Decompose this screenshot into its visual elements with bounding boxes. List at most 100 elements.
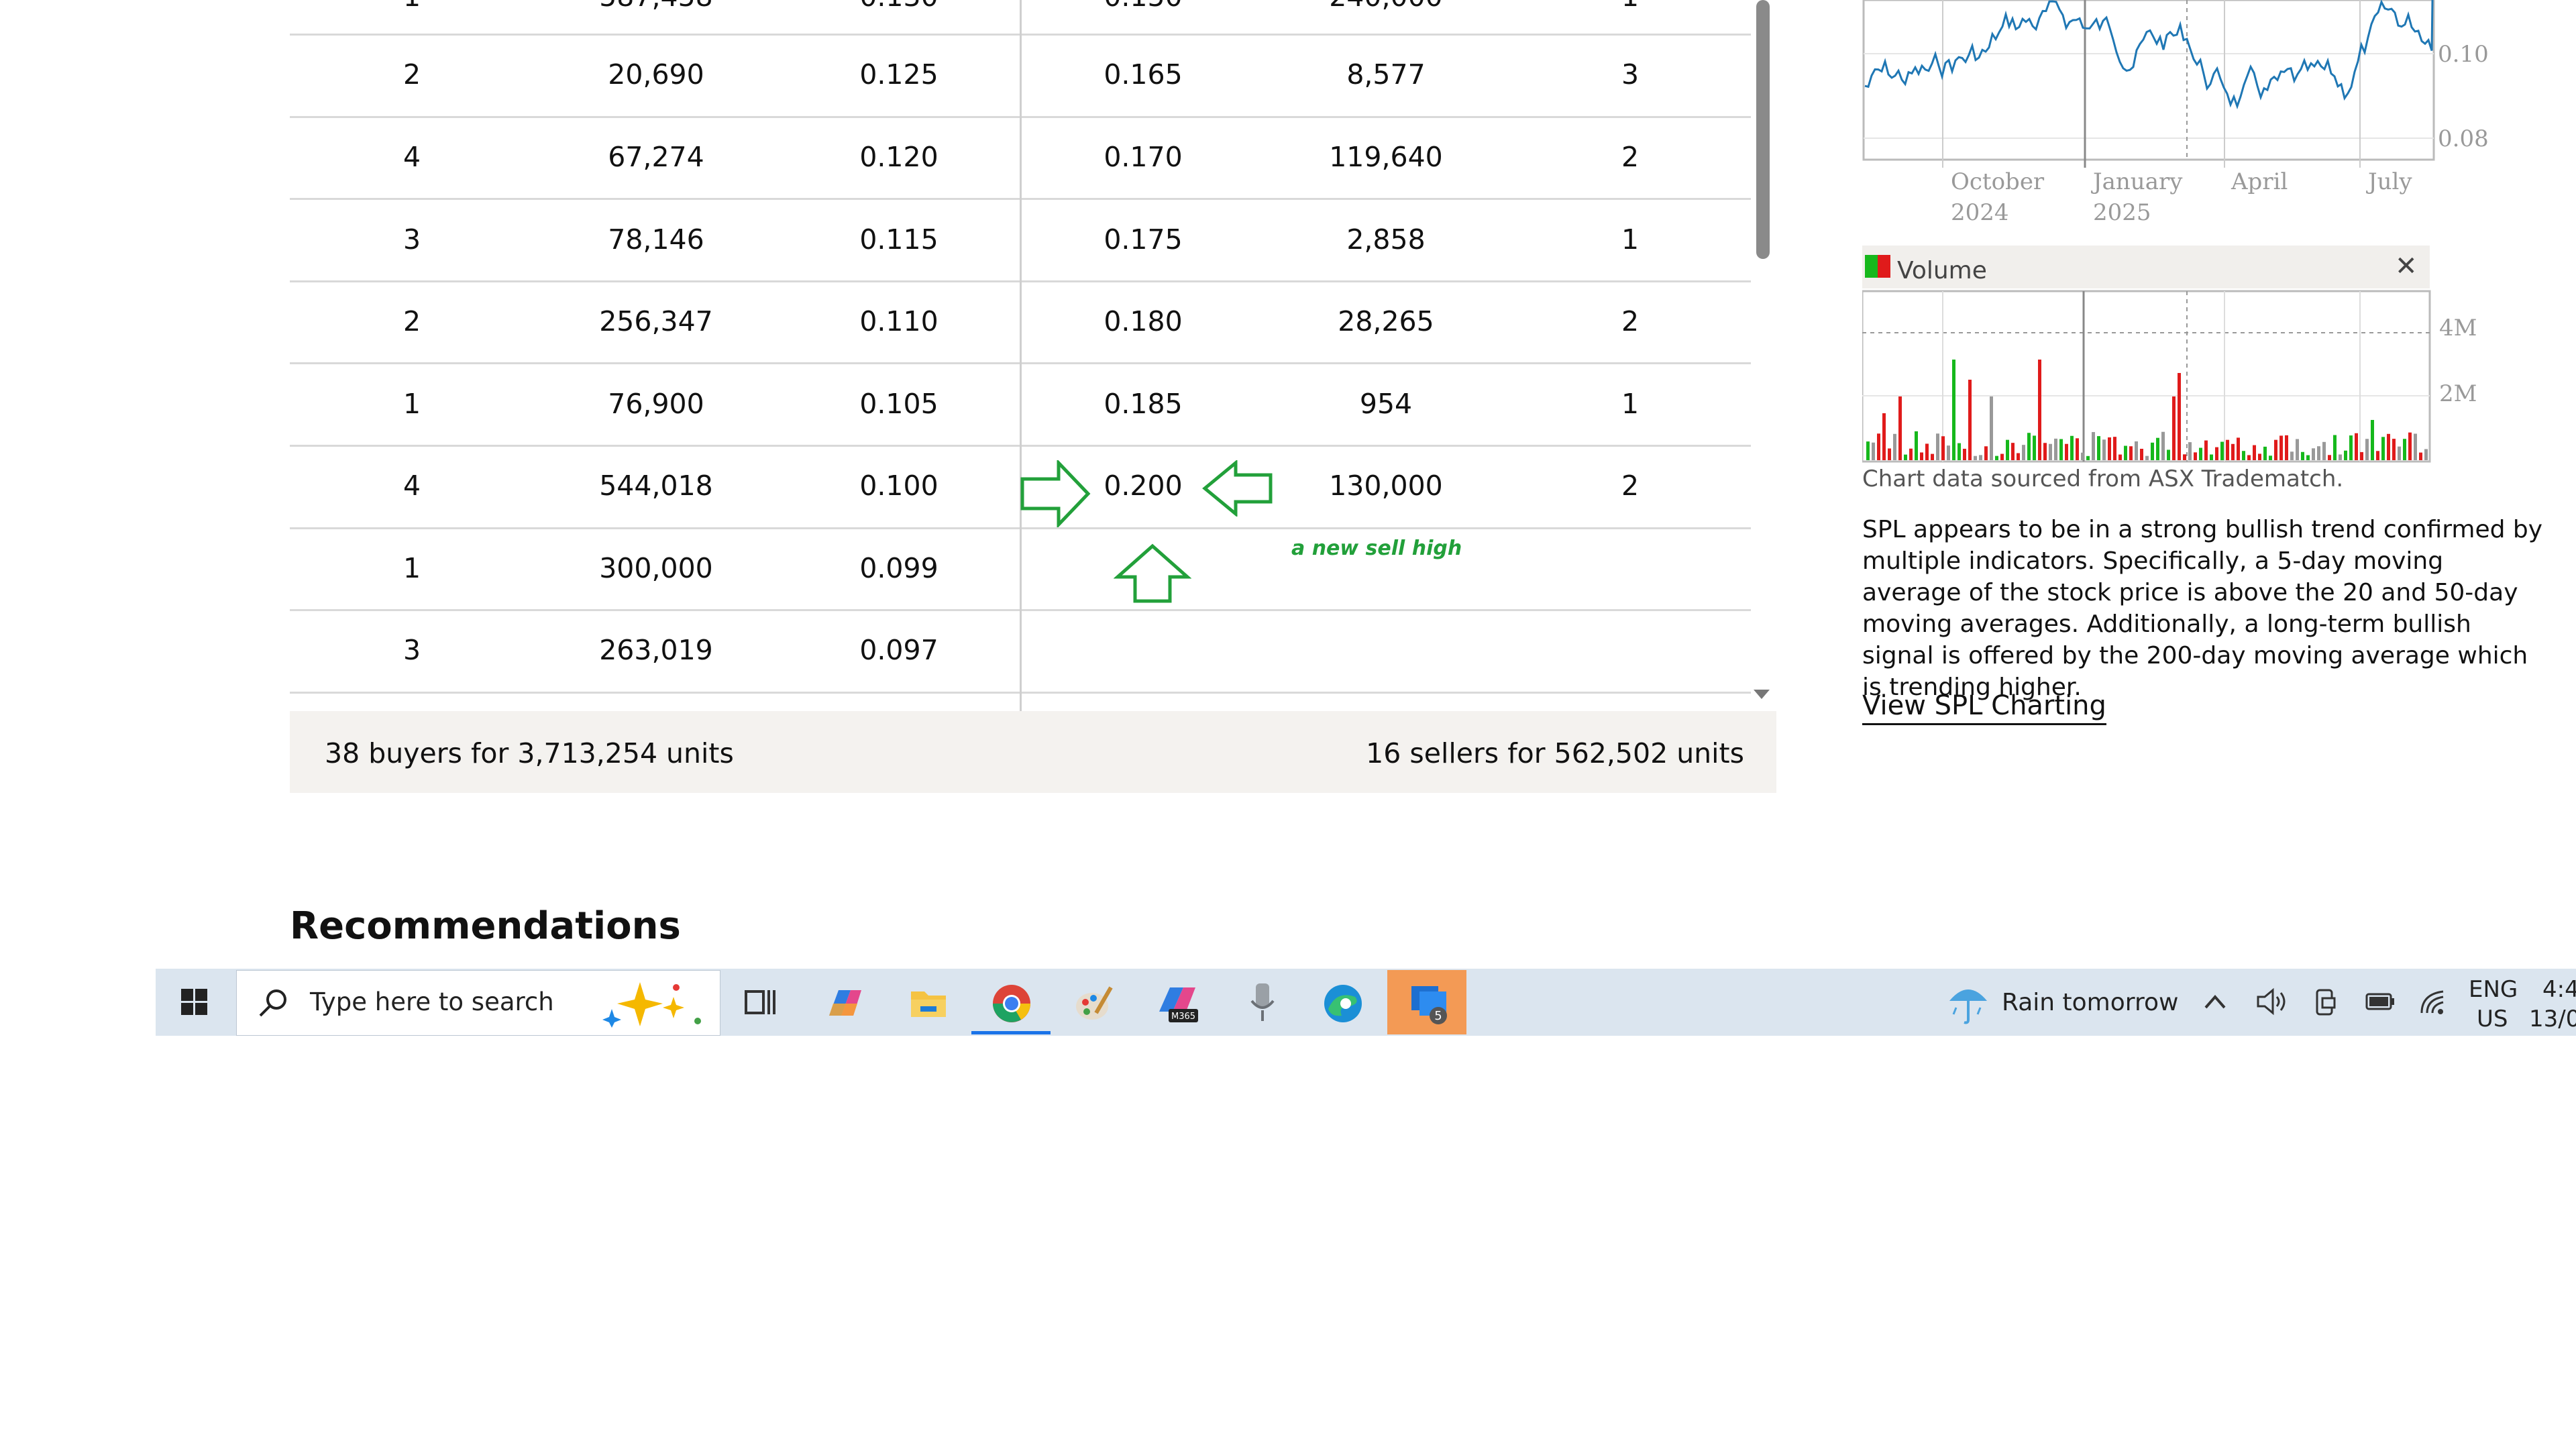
volume-bar <box>2419 452 2422 460</box>
chevron-up-icon[interactable] <box>2203 991 2227 1012</box>
volume-bar <box>2156 437 2159 460</box>
badge-count: 5 <box>1434 1009 1442 1023</box>
price-x-tick: October <box>1951 168 2045 195</box>
volume-bar <box>2231 443 2235 460</box>
bid-price-cell: 0.099 <box>859 552 938 584</box>
volume-bar <box>2226 439 2229 460</box>
volume-bar <box>2317 446 2320 460</box>
volume-bar <box>2242 451 2245 460</box>
volume-bar <box>1984 446 1988 460</box>
battery-icon[interactable] <box>2364 990 2396 1013</box>
sellers-cell: 2 <box>1621 305 1640 337</box>
buyers-cell: 3 <box>402 634 421 666</box>
language-indicator[interactable]: ENG <box>2469 975 2518 1004</box>
price-x-tick: 2025 <box>2093 199 2151 226</box>
edge-icon[interactable] <box>1323 983 1363 1024</box>
file-explorer-icon[interactable] <box>910 985 947 1020</box>
phone-link-icon[interactable] <box>2313 987 2337 1017</box>
task-view-icon[interactable] <box>743 986 775 1018</box>
volume-bar <box>2237 437 2240 460</box>
sellers-cell: 1 <box>1621 223 1640 256</box>
bid-qty-cell: 587,458 <box>555 0 757 13</box>
volume-bar <box>2113 437 2116 460</box>
volume-bar <box>2279 435 2283 460</box>
close-icon[interactable]: ✕ <box>2395 250 2418 283</box>
weather-text[interactable]: Rain tomorrow <box>2002 989 2178 1017</box>
scroll-down-arrow[interactable] <box>1754 690 1770 699</box>
sparkle-icon <box>602 982 701 1028</box>
volume-bar <box>2135 441 2138 460</box>
volume-bar <box>2408 432 2412 460</box>
volume-bar <box>2263 446 2267 460</box>
buyers-summary: 38 buyers for 3,713,254 units <box>325 737 734 769</box>
microphone-icon[interactable] <box>1248 981 1277 1025</box>
volume-bar <box>2065 443 2068 460</box>
volume-bar <box>2424 449 2428 460</box>
view-charting-link[interactable]: View SPL Charting <box>1862 688 2106 725</box>
price-y-tick: 0.08 <box>2438 125 2489 152</box>
volume-bar <box>2124 445 2127 460</box>
ask-qty-cell: 28,265 <box>1338 305 1434 337</box>
volume-bar <box>2086 455 2090 460</box>
region-indicator[interactable]: US <box>2477 1005 2508 1033</box>
chart-source-note: Chart data sourced from ASX Tradematch. <box>1862 466 2344 492</box>
sellers-summary: 16 sellers for 562,502 units <box>1366 737 1744 769</box>
bid-price-cell: 0.120 <box>859 141 938 173</box>
bid-qty-cell: 78,146 <box>608 223 704 256</box>
sellers-cell: 1 <box>1529 0 1731 13</box>
bid-price-cell: 0.115 <box>859 223 938 256</box>
volume-bar <box>2312 448 2315 460</box>
volume-bar <box>1979 455 1982 460</box>
clock-time[interactable]: 4:44 <box>2542 975 2576 1004</box>
annotation-text: a new sell high <box>1291 537 1462 560</box>
volume-bar <box>1904 454 1907 460</box>
volume-bar <box>2188 442 2192 460</box>
ask-price-cell: 0.185 <box>1104 388 1183 420</box>
volume-bar <box>2081 452 2084 460</box>
volume-bar <box>2178 373 2181 460</box>
volume-bar <box>2118 454 2122 460</box>
volume-bar <box>2000 453 2004 460</box>
copilot-icon[interactable] <box>824 983 865 1022</box>
windows-start-icon[interactable] <box>181 989 208 1016</box>
bid-price-cell: 0.130 <box>798 0 1000 13</box>
volume-bar <box>2381 437 2385 460</box>
price-x-tick: April <box>2231 168 2288 195</box>
volume-bar <box>2151 442 2154 460</box>
wifi-icon[interactable] <box>2419 989 2449 1016</box>
ask-qty-cell: 8,577 <box>1346 58 1426 91</box>
m365-icon[interactable]: M365 <box>1155 982 1199 1026</box>
right-arrow-annotation <box>1020 460 1091 527</box>
ask-qty-cell: 119,640 <box>1329 141 1443 173</box>
volume-bar <box>1952 360 1955 460</box>
volume-bar <box>2285 435 2288 460</box>
volume-bar <box>1931 453 1934 460</box>
volume-bar <box>2070 435 2074 460</box>
bid-ask-divider <box>1020 0 1022 711</box>
sellers-cell: 3 <box>1621 58 1640 91</box>
weather-icon[interactable] <box>1947 981 1990 1025</box>
volume-bar <box>1990 396 1993 460</box>
ask-qty-cell: 130,000 <box>1329 470 1443 502</box>
speaker-icon[interactable] <box>2255 987 2288 1016</box>
volume-bar <box>2269 455 2272 460</box>
volume-bar <box>2349 435 2353 460</box>
volume-bar <box>2210 454 2213 460</box>
volume-bar <box>1995 455 1998 460</box>
recommendations-heading: Recommendations <box>290 904 681 948</box>
volume-bar <box>2301 451 2304 460</box>
clock-date[interactable]: 13/08 <box>2529 1005 2576 1033</box>
paint-icon[interactable] <box>1073 983 1114 1024</box>
volume-bar <box>2360 451 2363 460</box>
trend-description: SPL appears to be in a strong bullish tr… <box>1862 516 2543 701</box>
bid-price-cell: 0.110 <box>859 305 938 337</box>
bid-qty-cell: 20,690 <box>608 58 704 91</box>
volume-bar <box>2011 443 2015 460</box>
volume-bar <box>1882 413 1886 460</box>
volume-bar <box>2140 449 2143 460</box>
scrollbar-thumb[interactable] <box>1756 0 1770 259</box>
ask-price-cell: 0.165 <box>1104 58 1183 91</box>
ask-price-cell: 0.170 <box>1104 141 1183 173</box>
buyers-cell: 4 <box>402 470 421 502</box>
volume-bar <box>1888 448 1891 460</box>
